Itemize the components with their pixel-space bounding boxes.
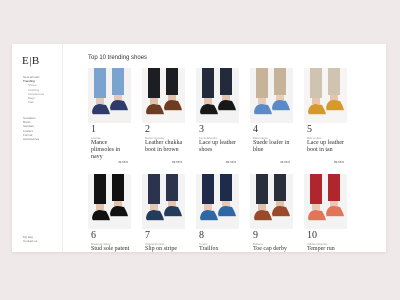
product-card[interactable]: 2 Bowen Kenway Leather chukka boot in brow… bbox=[142, 68, 185, 168]
product-card[interactable]: 4 Bata Garcia Suede loafer in blue 49.58 € bbox=[250, 68, 293, 168]
product-name[interactable]: Trailfox overland bbox=[199, 246, 239, 252]
product-rank: 10 bbox=[307, 230, 317, 241]
product-price: 49.58 € bbox=[117, 160, 128, 164]
product-rank: 7 bbox=[145, 230, 150, 241]
product-name[interactable]: Lace up leather boot in tan bbox=[307, 140, 347, 154]
sidebar-nav: New arrivals Trending Shoes Clothing Acc… bbox=[23, 75, 44, 104]
product-photo[interactable] bbox=[250, 174, 293, 229]
product-rank: 2 bbox=[145, 124, 150, 135]
product-photo[interactable] bbox=[196, 174, 239, 229]
product-photo[interactable] bbox=[304, 174, 347, 229]
product-card[interactable]: 5 Bob Louisa Lace up leather boot in tan 89… bbox=[304, 68, 347, 168]
product-rank: 1 bbox=[91, 124, 96, 135]
product-card[interactable]: 8TruenoTrailfox overland bbox=[196, 174, 239, 252]
product-rank: 5 bbox=[307, 124, 312, 135]
product-name[interactable]: Mance plimsoles in navy bbox=[91, 140, 131, 161]
app-window: E|B New arrivals Trending Shoes Clothing… bbox=[12, 44, 386, 252]
product-price: 89.58 € bbox=[171, 160, 182, 164]
product-photo[interactable] bbox=[142, 174, 185, 229]
product-photo[interactable] bbox=[88, 68, 131, 123]
nav-item[interactable]: Accessories bbox=[23, 137, 39, 141]
sidebar-bottom-nav: My bag Contact us bbox=[23, 235, 37, 243]
product-rank: 4 bbox=[253, 124, 258, 135]
product-price: 89.58 € bbox=[225, 160, 236, 164]
sidebar: E|B New arrivals Trending Shoes Clothing… bbox=[12, 44, 63, 252]
product-card[interactable]: 7 Original Puppet Slip on stripe bbox=[142, 174, 185, 252]
nav-sub-item[interactable]: Sale bbox=[23, 100, 44, 104]
product-card[interactable]: 1 Lacoste Mance plimsoles in navy 49.58 € bbox=[88, 68, 131, 168]
product-rank: 9 bbox=[253, 230, 258, 241]
sidebar-nav-secondary: Sneakers Boots Sandals Loafers Formal Ac… bbox=[23, 116, 39, 141]
product-photo[interactable] bbox=[142, 68, 185, 123]
product-rank: 6 bbox=[91, 230, 96, 241]
product-name[interactable]: Stud sole patent bbox=[91, 246, 131, 252]
product-name[interactable]: Suede loafer in blue bbox=[253, 140, 293, 154]
product-card[interactable]: 10 Adidas Originals Temper run bbox=[304, 174, 347, 252]
product-photo[interactable] bbox=[250, 68, 293, 123]
product-name[interactable]: Lace up leather shoes bbox=[199, 140, 239, 154]
product-name[interactable]: Temper run bbox=[307, 246, 347, 252]
product-card[interactable]: 9 Borlano Toe cap derby bbox=[250, 174, 293, 252]
product-photo[interactable] bbox=[88, 174, 131, 229]
product-price: 49.58 € bbox=[279, 160, 290, 164]
product-card[interactable]: 3 Fenix Alberstin Lace up leather shoes 89.… bbox=[196, 68, 239, 168]
contact-link[interactable]: Contact us bbox=[23, 239, 37, 243]
logo[interactable]: E|B bbox=[22, 55, 40, 67]
product-photo[interactable] bbox=[196, 68, 239, 123]
product-rank: 8 bbox=[199, 230, 204, 241]
product-rank: 3 bbox=[199, 124, 204, 135]
product-name[interactable]: Leather chukka boot in brown bbox=[145, 140, 185, 154]
page-title: Top 10 trending shoes bbox=[88, 55, 148, 61]
product-price: 89.58 € bbox=[333, 160, 344, 164]
product-name[interactable]: Slip on stripe bbox=[145, 246, 185, 252]
product-name[interactable]: Toe cap derby bbox=[253, 246, 293, 252]
product-photo[interactable] bbox=[304, 68, 347, 123]
product-card[interactable]: 6 Boulogne Dixon Stud sole patent bbox=[88, 174, 131, 252]
